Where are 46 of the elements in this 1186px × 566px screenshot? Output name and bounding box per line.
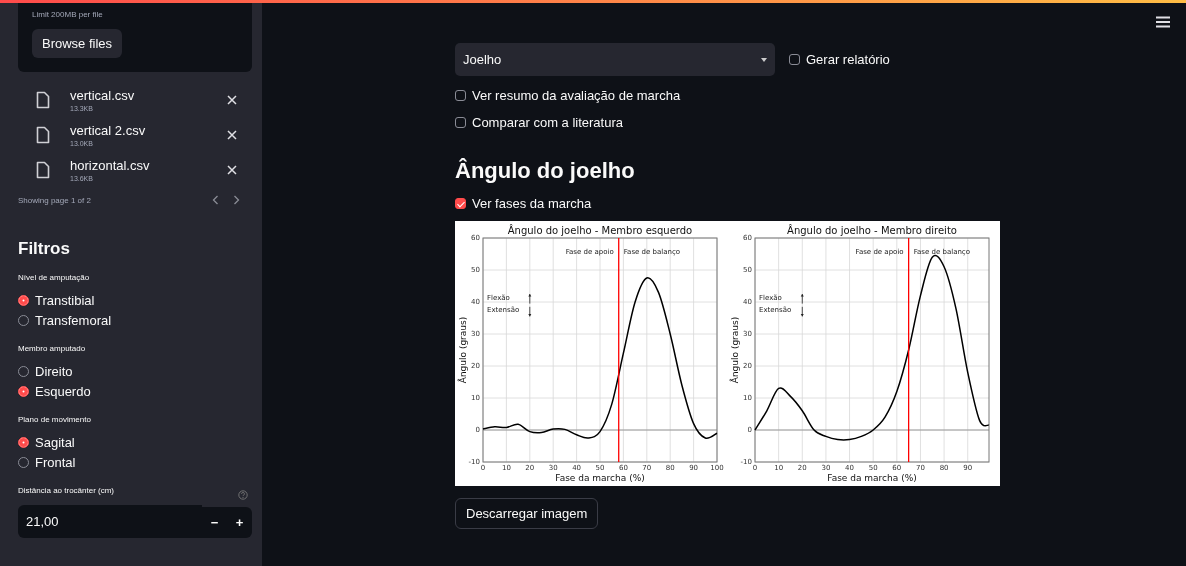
up-down-arrows-icon <box>528 293 532 317</box>
file-name: vertical.csv <box>70 87 136 103</box>
file-icon <box>36 125 50 144</box>
axis-label: Ângulo (graus) <box>730 316 740 384</box>
pagination-text: Showing page 1 of 2 <box>18 195 92 205</box>
close-icon[interactable] <box>227 94 237 105</box>
radio-option[interactable]: Esquerdo <box>18 381 252 401</box>
radio-option[interactable]: Direito <box>18 361 252 381</box>
section-heading: Filtros <box>18 239 71 259</box>
help-icon[interactable] <box>238 489 248 500</box>
field-label: Nível de amputação <box>18 273 91 282</box>
up-down-arrows-icon <box>800 293 804 317</box>
file-name: vertical 2.csv <box>70 122 147 138</box>
checkbox-option[interactable]: Comparar com a literatura <box>455 115 623 130</box>
browse-files-button[interactable]: Browse files <box>32 29 123 58</box>
chevron-left-icon[interactable] <box>212 195 219 205</box>
radio-option[interactable]: Transtibial <box>18 290 252 310</box>
page-heading: Ângulo do joelho <box>455 158 635 184</box>
close-icon[interactable] <box>227 164 237 175</box>
upload-limit-text: Limit 200MB per file <box>32 10 103 19</box>
chart-title: Ângulo do joelho - Membro esquerdo <box>507 225 693 236</box>
radio-option[interactable]: Sagital <box>18 432 252 452</box>
file-name: horizontal.csv <box>70 157 151 173</box>
field-label: Membro amputado <box>18 344 87 353</box>
checkbox-option[interactable]: Ver fases da marcha <box>455 196 592 211</box>
download-image-button[interactable]: Descarregar imagem <box>455 498 599 529</box>
file-icon <box>36 90 50 109</box>
field-label: Distância ao trocânter (cm) <box>18 486 115 495</box>
number-input[interactable]: 21,00 <box>18 505 202 538</box>
axis-label: Ângulo (graus) <box>458 316 468 384</box>
caret-icon <box>761 57 767 62</box>
increment-button[interactable]: + <box>227 507 252 538</box>
field-label: Plano de movimento <box>18 415 92 424</box>
chart-title: Ângulo do joelho - Membro direito <box>787 225 957 236</box>
radio-option[interactable]: Transfemoral <box>18 310 252 330</box>
radio-option[interactable]: Frontal <box>18 452 252 472</box>
chevron-right-icon[interactable] <box>233 195 240 205</box>
file-icon <box>36 160 50 179</box>
checkbox-option[interactable]: Gerar relatório <box>789 52 890 67</box>
checkbox-option[interactable]: Ver resumo da avaliação de marcha <box>455 88 681 103</box>
axis-label: Fase da marcha (%) <box>555 473 645 483</box>
select-dropdown[interactable]: Joelho <box>455 43 775 76</box>
menu-icon[interactable] <box>1156 16 1170 28</box>
decrement-button[interactable]: − <box>202 507 227 538</box>
axis-label: Fase da marcha (%) <box>827 473 917 483</box>
close-icon[interactable] <box>227 129 237 140</box>
